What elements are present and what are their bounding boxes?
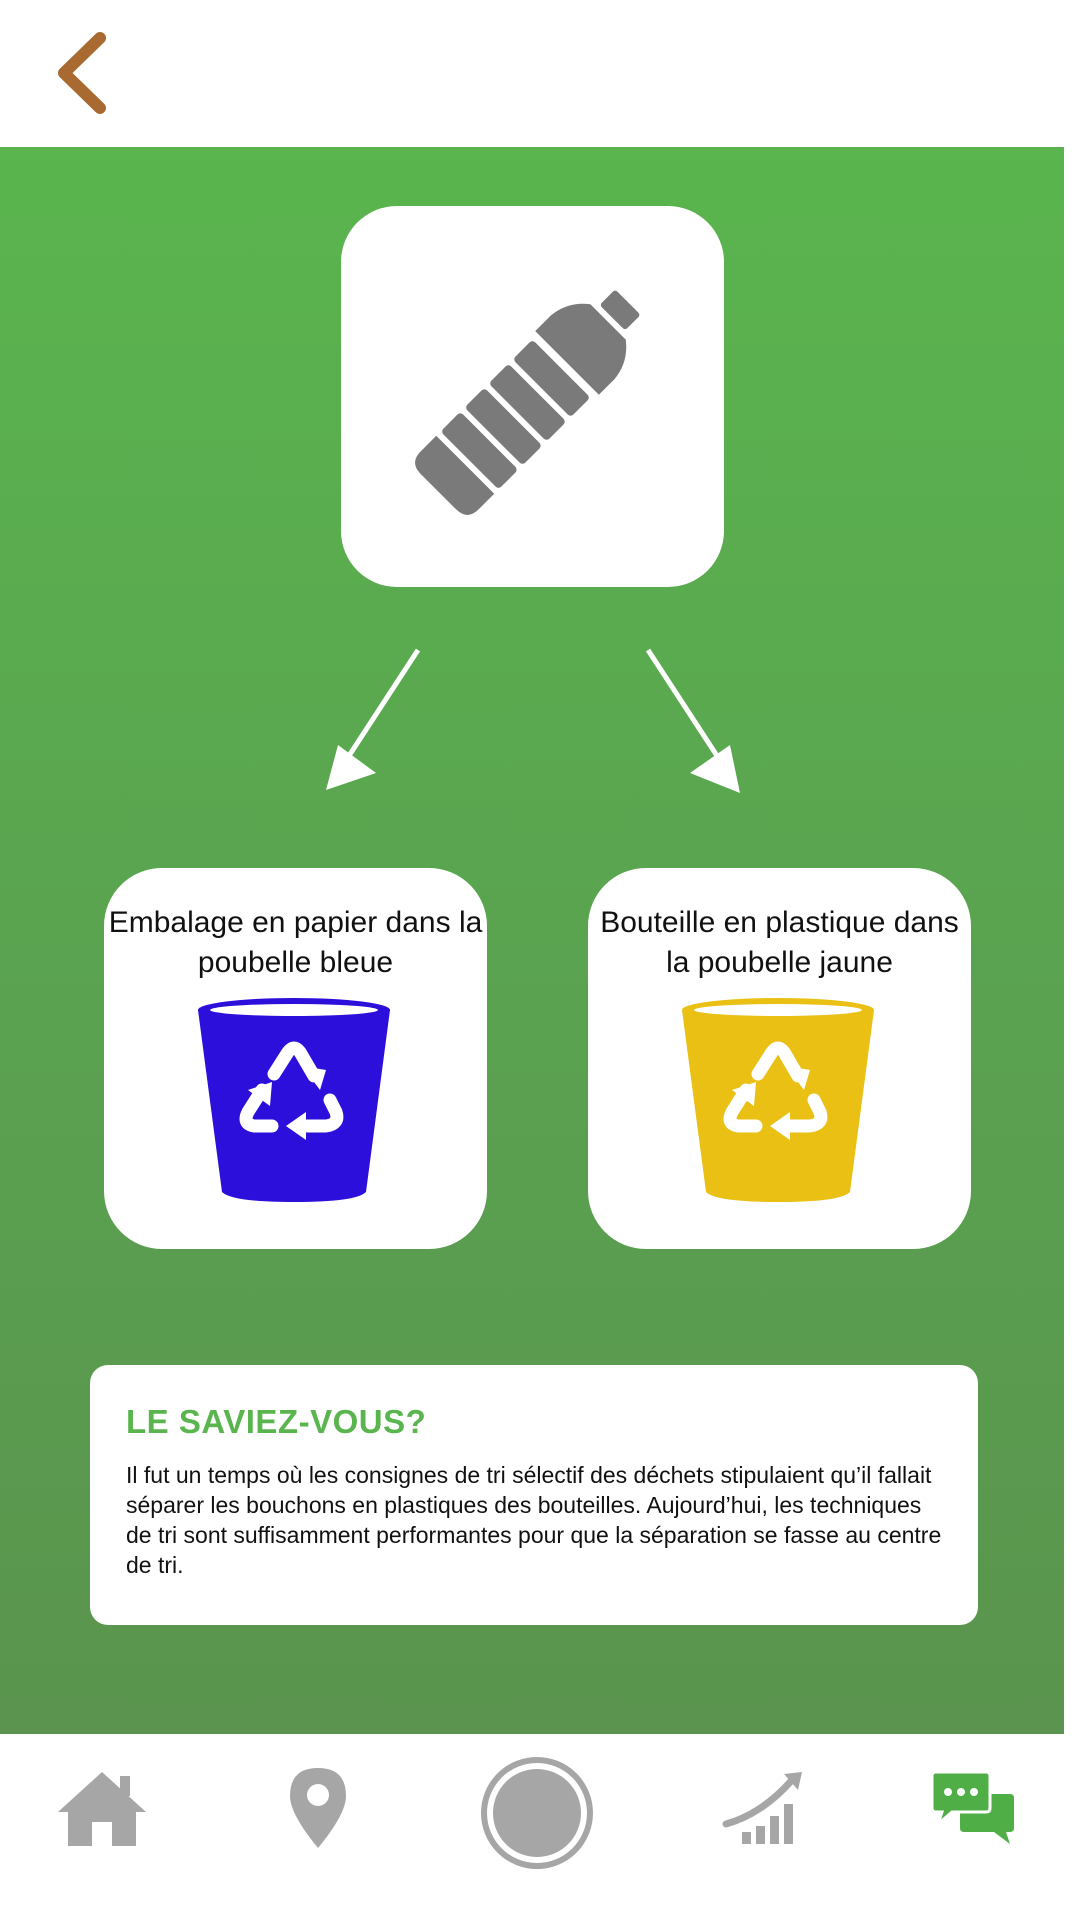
bin-label: Embalage en papier dans la poubelle bleu…	[108, 906, 483, 979]
nav-scan[interactable]	[480, 1756, 594, 1870]
info-body: Il fut un temps où les consignes de tri …	[126, 1462, 942, 1578]
info-title: LE SAVIEZ-VOUS?	[126, 1403, 427, 1440]
item-card	[341, 206, 724, 587]
scan-button-icon	[481, 1757, 593, 1869]
recycle-bin-blue-icon	[198, 998, 390, 1202]
main-panel: Embalage en papier dans la poubelle bleu…	[0, 147, 1064, 1734]
bin-label: Bouteille en plastique dans la poubelle …	[600, 906, 959, 979]
recycle-bin-yellow-icon	[682, 998, 874, 1202]
did-you-know-card: LE SAVIEZ-VOUS? Il fut un temps où les c…	[90, 1365, 978, 1625]
chevron-left-icon	[58, 32, 106, 114]
back-button[interactable]	[52, 28, 122, 118]
home-icon	[58, 1772, 146, 1846]
nav-home[interactable]	[56, 1768, 148, 1848]
location-pin-icon	[290, 1768, 346, 1848]
chat-icon	[930, 1770, 1014, 1844]
header	[0, 0, 1080, 147]
stats-chart-icon	[722, 1772, 802, 1844]
nav-chat[interactable]	[930, 1770, 1016, 1846]
plastic-bottle-icon	[415, 290, 640, 515]
bottom-nav	[0, 1734, 1080, 1920]
bin-card-blue: Embalage en papier dans la poubelle bleu…	[104, 868, 487, 1249]
nav-stats[interactable]	[722, 1770, 804, 1846]
arrow-down-right-icon	[645, 648, 740, 793]
bin-card-yellow: Bouteille en plastique dans la poubelle …	[588, 868, 971, 1249]
nav-map[interactable]	[288, 1766, 348, 1850]
arrow-down-left-icon	[326, 648, 421, 790]
